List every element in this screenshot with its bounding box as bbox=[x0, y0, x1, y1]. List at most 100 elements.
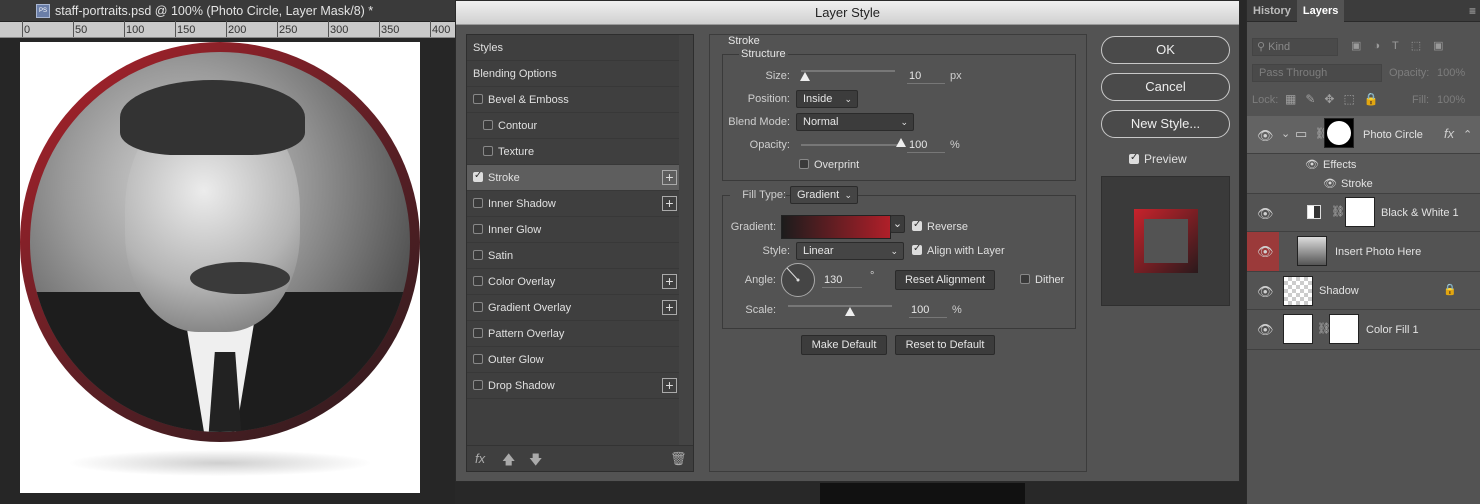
preview-checkbox[interactable]: Preview bbox=[1129, 152, 1187, 166]
layer-photo-circle[interactable]: 👁 ⌄ ▭ ⛓ Photo Circle fx ⌃ bbox=[1247, 116, 1480, 154]
style-item-color-overlay[interactable]: Color Overlay + bbox=[467, 269, 679, 295]
scale-field[interactable]: 100 bbox=[909, 302, 947, 318]
add-style-icon[interactable]: + bbox=[662, 274, 677, 289]
style-item-styles[interactable]: Styles bbox=[467, 35, 679, 61]
size-slider[interactable] bbox=[799, 70, 895, 81]
style-checkbox[interactable] bbox=[473, 198, 483, 209]
size-slider-thumb[interactable] bbox=[799, 72, 810, 81]
color-fill-thumbnail[interactable] bbox=[1283, 314, 1313, 344]
style-item-outer-glow[interactable]: Outer Glow bbox=[467, 347, 679, 373]
style-select[interactable]: Linear ⌄ bbox=[796, 242, 904, 260]
style-checkbox[interactable] bbox=[473, 380, 483, 391]
dither-check[interactable] bbox=[1020, 274, 1030, 285]
eye-icon[interactable]: 👁 bbox=[1257, 322, 1274, 338]
layer-opacity-field[interactable]: 100% bbox=[1437, 67, 1465, 79]
lock-icons[interactable]: ▦✎✥⬚🔒 bbox=[1285, 92, 1388, 106]
style-checkbox[interactable] bbox=[473, 170, 483, 183]
angle-field[interactable]: 130 bbox=[822, 272, 862, 288]
style-item-gradient-overlay[interactable]: Gradient Overlay + bbox=[467, 295, 679, 321]
dither-checkbox[interactable]: Dither bbox=[1020, 274, 1064, 286]
overprint-check[interactable] bbox=[799, 159, 809, 170]
canvas[interactable] bbox=[20, 42, 420, 493]
style-item-stroke[interactable]: Stroke + bbox=[467, 165, 679, 191]
style-checkbox[interactable] bbox=[483, 146, 493, 157]
style-checkbox[interactable] bbox=[473, 302, 483, 313]
style-checkbox[interactable] bbox=[483, 120, 493, 131]
make-default-button[interactable]: Make Default bbox=[801, 335, 887, 355]
style-item-inner-shadow[interactable]: Inner Shadow + bbox=[467, 191, 679, 217]
style-item-inner-glow[interactable]: Inner Glow bbox=[467, 217, 679, 243]
reverse-checkbox[interactable]: Reverse bbox=[912, 219, 968, 233]
layer-blend-mode-select[interactable]: Pass Through bbox=[1252, 64, 1382, 82]
layer-insert-photo[interactable]: 👁 Insert Photo Here bbox=[1247, 232, 1480, 272]
move-down-icon[interactable]: 🡇 bbox=[529, 451, 542, 473]
scale-slider-thumb[interactable] bbox=[845, 307, 856, 316]
eye-icon[interactable]: 👁 bbox=[1257, 128, 1274, 144]
position-select[interactable]: Inside ⌄ bbox=[796, 90, 858, 108]
layer-black-white[interactable]: 👁 ⛓ Black & White 1 bbox=[1247, 194, 1480, 232]
document-tab[interactable]: PS staff-portraits.psd @ 100% (Photo Cir… bbox=[0, 0, 455, 22]
eye-icon[interactable]: 👁 bbox=[1323, 177, 1337, 190]
style-checkbox[interactable] bbox=[473, 250, 483, 261]
preview-check[interactable] bbox=[1129, 152, 1139, 164]
align-with-layer-check[interactable] bbox=[912, 243, 922, 256]
cancel-button[interactable]: Cancel bbox=[1101, 73, 1230, 101]
shadow-thumbnail[interactable] bbox=[1283, 276, 1313, 306]
kind-filter-select[interactable]: ⚲ Kind bbox=[1252, 38, 1338, 56]
filter-icons[interactable]: ▣◑T⬚▣ bbox=[1351, 39, 1456, 52]
eye-icon[interactable]: 👁 bbox=[1257, 244, 1274, 260]
add-style-icon[interactable]: + bbox=[662, 378, 677, 393]
reset-to-default-button[interactable]: Reset to Default bbox=[895, 335, 995, 355]
fill-type-select[interactable]: Gradient ⌄ bbox=[790, 186, 858, 204]
photo-thumbnail[interactable] bbox=[1297, 236, 1327, 266]
trash-icon[interactable]: 🗑 bbox=[670, 451, 687, 467]
eye-icon[interactable]: 👁 bbox=[1257, 206, 1274, 222]
add-style-icon[interactable]: + bbox=[662, 196, 677, 211]
stroke-effect-label[interactable]: Stroke bbox=[1341, 178, 1373, 190]
size-field[interactable]: 10 bbox=[907, 68, 945, 84]
style-checkbox[interactable] bbox=[473, 354, 483, 365]
overprint-checkbox[interactable]: Overprint bbox=[799, 159, 859, 171]
tab-layers[interactable]: Layers bbox=[1296, 0, 1345, 22]
style-item-satin[interactable]: Satin bbox=[467, 243, 679, 269]
layer-color-fill[interactable]: 👁 ⛓ Color Fill 1 bbox=[1247, 310, 1480, 350]
angle-dial[interactable] bbox=[781, 263, 815, 297]
eye-icon[interactable]: 👁 bbox=[1305, 158, 1319, 171]
add-style-icon[interactable]: + bbox=[662, 300, 677, 315]
style-item-pattern-overlay[interactable]: Pattern Overlay bbox=[467, 321, 679, 347]
reset-alignment-button[interactable]: Reset Alignment bbox=[895, 270, 995, 290]
opacity-slider-thumb[interactable] bbox=[896, 138, 906, 147]
ok-button[interactable]: OK bbox=[1101, 36, 1230, 64]
eye-icon[interactable]: 👁 bbox=[1257, 284, 1274, 300]
gradient-swatch[interactable] bbox=[781, 215, 891, 239]
style-checkbox[interactable] bbox=[473, 224, 483, 235]
scale-slider[interactable] bbox=[788, 305, 892, 316]
blend-mode-select[interactable]: Normal ⌄ bbox=[796, 113, 914, 131]
move-up-icon[interactable]: 🡅 bbox=[502, 451, 515, 473]
reverse-check[interactable] bbox=[912, 219, 922, 232]
gradient-dropdown[interactable]: ⌄ bbox=[890, 215, 905, 233]
fx-icon[interactable]: fx bbox=[475, 451, 485, 466]
layer-shadow[interactable]: 👁 Shadow 🔒 bbox=[1247, 272, 1480, 310]
color-fill-mask-thumbnail[interactable] bbox=[1329, 314, 1359, 344]
fill-field[interactable]: 100% bbox=[1437, 94, 1465, 106]
add-style-icon[interactable]: + bbox=[662, 170, 677, 185]
style-item-drop-shadow[interactable]: Drop Shadow + bbox=[467, 373, 679, 399]
styles-scrollbar[interactable] bbox=[679, 35, 693, 445]
style-checkbox[interactable] bbox=[473, 328, 483, 339]
expand-chevron-icon[interactable]: ⌄ bbox=[1281, 127, 1290, 140]
align-with-layer-checkbox[interactable]: Align with Layer bbox=[912, 243, 1005, 257]
adjustment-mask-thumbnail[interactable] bbox=[1345, 197, 1375, 227]
style-item-bevel-emboss[interactable]: Bevel & Emboss bbox=[467, 87, 679, 113]
opacity-slider[interactable] bbox=[801, 138, 906, 147]
layer-mask-thumbnail[interactable] bbox=[1324, 118, 1354, 148]
panel-menu-icon[interactable]: ≡ bbox=[1469, 4, 1476, 18]
chevron-up-icon[interactable]: ⌃ bbox=[1463, 128, 1472, 141]
style-checkbox[interactable] bbox=[473, 276, 483, 287]
style-checkbox[interactable] bbox=[473, 94, 483, 105]
style-item-contour[interactable]: Contour bbox=[467, 113, 679, 139]
style-item-texture[interactable]: Texture bbox=[467, 139, 679, 165]
new-style-button[interactable]: New Style... bbox=[1101, 110, 1230, 138]
opacity-field[interactable]: 100 bbox=[907, 137, 945, 153]
style-item-blending-options[interactable]: Blending Options bbox=[467, 61, 679, 87]
